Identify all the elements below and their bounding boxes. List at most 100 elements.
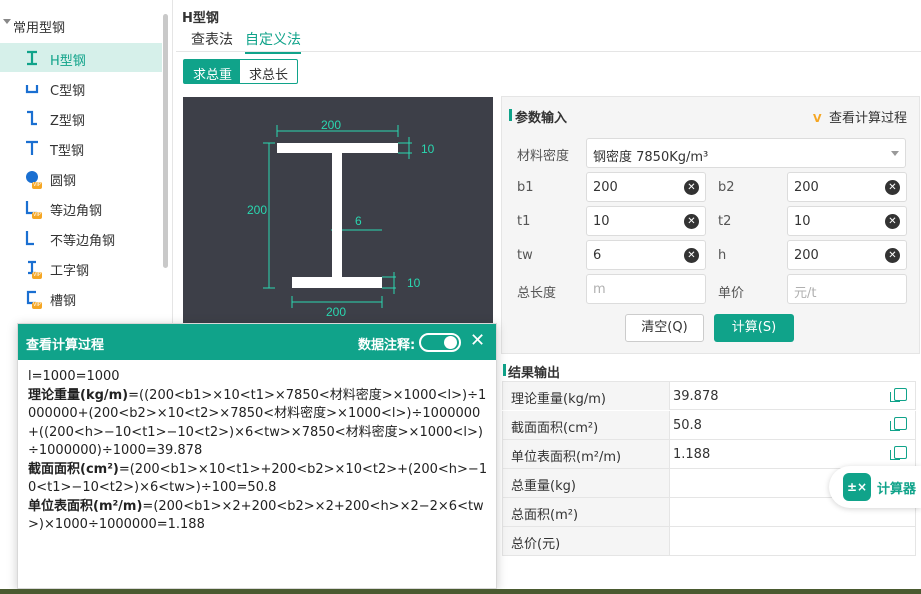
b2-input[interactable]: 200 ✕ xyxy=(787,172,907,202)
sidebar-item-label: 圆钢 xyxy=(50,174,77,189)
t-section-icon xyxy=(26,140,38,155)
h-value: 200 xyxy=(794,248,819,263)
sidebar-item-i-beam[interactable]: VIP 工字钢 xyxy=(0,253,162,282)
b1-value: 200 xyxy=(593,180,618,195)
result-row-total-price: 总价(元) xyxy=(502,527,916,556)
clear-icon[interactable]: ✕ xyxy=(684,248,699,263)
sidebar-scrollbar[interactable] xyxy=(163,14,168,268)
clear-icon[interactable]: ✕ xyxy=(684,180,699,195)
calculate-button[interactable]: 计算(S) xyxy=(714,314,794,342)
close-icon[interactable]: ✕ xyxy=(470,331,485,351)
clear-icon[interactable]: ✕ xyxy=(684,214,699,229)
result-value: 1.188 xyxy=(673,447,711,462)
result-label: 总价(元) xyxy=(503,527,670,555)
popup-header: 查看计算过程 数据注释: ✕ xyxy=(18,324,496,360)
z-section-icon xyxy=(27,110,37,126)
h-beam-icon xyxy=(27,50,37,66)
toggle-knob xyxy=(444,336,457,349)
vip-badge: VIP xyxy=(32,302,42,309)
popup-body: l=1000=1000 理论重量(kg/m)=((200<b1>×10<t1>×… xyxy=(28,368,490,535)
popup-title: 查看计算过程 xyxy=(26,338,105,353)
tab-lookup[interactable]: 查表法 xyxy=(191,29,233,49)
formula-weight-label: 理论重量(kg/m) xyxy=(28,387,129,403)
calculator-label: 计算器 xyxy=(877,482,917,497)
sidebar-item-channel[interactable]: VIP 槽钢 xyxy=(0,283,162,312)
length-input[interactable]: m xyxy=(586,274,706,304)
sidebar-item-z-section[interactable]: Z型钢 xyxy=(0,103,162,132)
h-input[interactable]: 200 ✕ xyxy=(787,240,907,270)
tab-divider xyxy=(176,51,921,52)
chevron-down-icon xyxy=(891,151,899,156)
segment-total-length[interactable]: 求总长 xyxy=(239,59,299,84)
dim-web: 6 xyxy=(355,214,362,228)
t1-input[interactable]: 10 ✕ xyxy=(586,206,706,236)
clear-icon[interactable]: ✕ xyxy=(885,248,900,263)
density-label: 材料密度 xyxy=(517,149,570,164)
view-calc-process-link[interactable]: V 查看计算过程 xyxy=(813,107,907,126)
param-section-title: 参数输入 xyxy=(515,111,568,126)
b1-input[interactable]: 200 ✕ xyxy=(586,172,706,202)
view-calc-label: 查看计算过程 xyxy=(829,111,908,126)
category-header[interactable]: 常用型钢 xyxy=(0,14,160,36)
result-value: 39.878 xyxy=(673,389,719,404)
t1-label: t1 xyxy=(517,214,531,229)
vip-icon: V xyxy=(813,112,822,125)
sidebar-item-equal-angle[interactable]: VIP 等边角钢 xyxy=(0,193,162,222)
web xyxy=(332,153,342,277)
result-row-weight: 理论重量(kg/m) 39.878 xyxy=(502,381,916,410)
clear-icon[interactable]: ✕ xyxy=(885,214,900,229)
b1-label: b1 xyxy=(517,180,534,195)
formula-area-label: 截面面积(cm²) xyxy=(28,461,119,477)
sidebar-item-label: Z型钢 xyxy=(50,114,85,129)
section-diagram: 200 10 200 6 10 200 xyxy=(183,97,493,327)
b2-label: b2 xyxy=(718,180,735,195)
clear-icon[interactable]: ✕ xyxy=(885,180,900,195)
t2-value: 10 xyxy=(794,214,811,229)
sidebar-item-round-bar[interactable]: VIP 圆钢 xyxy=(0,163,162,192)
t1-value: 10 xyxy=(593,214,610,229)
data-note-toggle[interactable] xyxy=(419,333,461,352)
density-select[interactable]: 钢密度 7850Kg/m³ xyxy=(586,138,906,168)
formula-surface-label: 单位表面积(m²/m) xyxy=(28,498,143,514)
b2-value: 200 xyxy=(794,180,819,195)
dim-bottom-flange: 10 xyxy=(407,276,421,290)
copy-icon[interactable] xyxy=(890,388,907,402)
bottom-flange xyxy=(292,277,382,288)
dim-height: 200 xyxy=(247,203,267,217)
section-marker xyxy=(503,364,506,376)
sidebar-item-c-channel[interactable]: C型钢 xyxy=(0,73,162,102)
sidebar-item-t-section[interactable]: T型钢 xyxy=(0,133,162,162)
sidebar-item-label: 工字钢 xyxy=(50,264,90,279)
copy-icon[interactable] xyxy=(890,417,907,431)
sidebar-item-h-beam[interactable]: H型钢 xyxy=(0,43,162,72)
tw-input[interactable]: 6 ✕ xyxy=(586,240,706,270)
result-label: 单位表面积(m²/m) xyxy=(503,440,670,468)
price-input[interactable]: 元/t xyxy=(787,274,907,304)
sidebar-item-label: 等边角钢 xyxy=(50,204,103,219)
clear-button[interactable]: 清空(Q) xyxy=(625,314,704,342)
category-label: 常用型钢 xyxy=(13,21,66,36)
h-beam-diagram: 200 10 200 6 10 200 xyxy=(247,118,435,319)
segment-total-weight[interactable]: 求总重 xyxy=(183,59,243,84)
t2-input[interactable]: 10 ✕ xyxy=(787,206,907,236)
top-flange xyxy=(277,143,398,153)
sidebar-item-unequal-angle[interactable]: 不等边角钢 xyxy=(0,223,162,252)
calc-process-popup: 查看计算过程 数据注释: ✕ l=1000=1000 理论重量(kg/m)=((… xyxy=(17,323,497,589)
result-label: 截面面积(cm²) xyxy=(503,411,670,439)
copy-icon[interactable] xyxy=(890,446,907,460)
equal-angle-icon: VIP xyxy=(24,200,42,219)
t2-label: t2 xyxy=(718,214,732,229)
sidebar-item-label: H型钢 xyxy=(50,54,86,69)
sidebar-item-label: T型钢 xyxy=(50,144,84,159)
result-row-area: 截面面积(cm²) 50.8 xyxy=(502,411,916,440)
formula-length: l=1000=1000 xyxy=(28,369,120,384)
tw-value: 6 xyxy=(593,248,602,263)
vip-badge: VIP xyxy=(32,182,42,189)
sidebar-item-label: 槽钢 xyxy=(50,294,77,309)
round-bar-icon: VIP xyxy=(24,170,42,189)
result-row-surface: 单位表面积(m²/m) 1.188 xyxy=(502,440,916,469)
calculator-button[interactable]: ±× 计算器 xyxy=(829,466,921,508)
page-title: H型钢 xyxy=(182,11,219,26)
unequal-angle-icon xyxy=(25,231,34,246)
result-value: 50.8 xyxy=(673,418,702,433)
